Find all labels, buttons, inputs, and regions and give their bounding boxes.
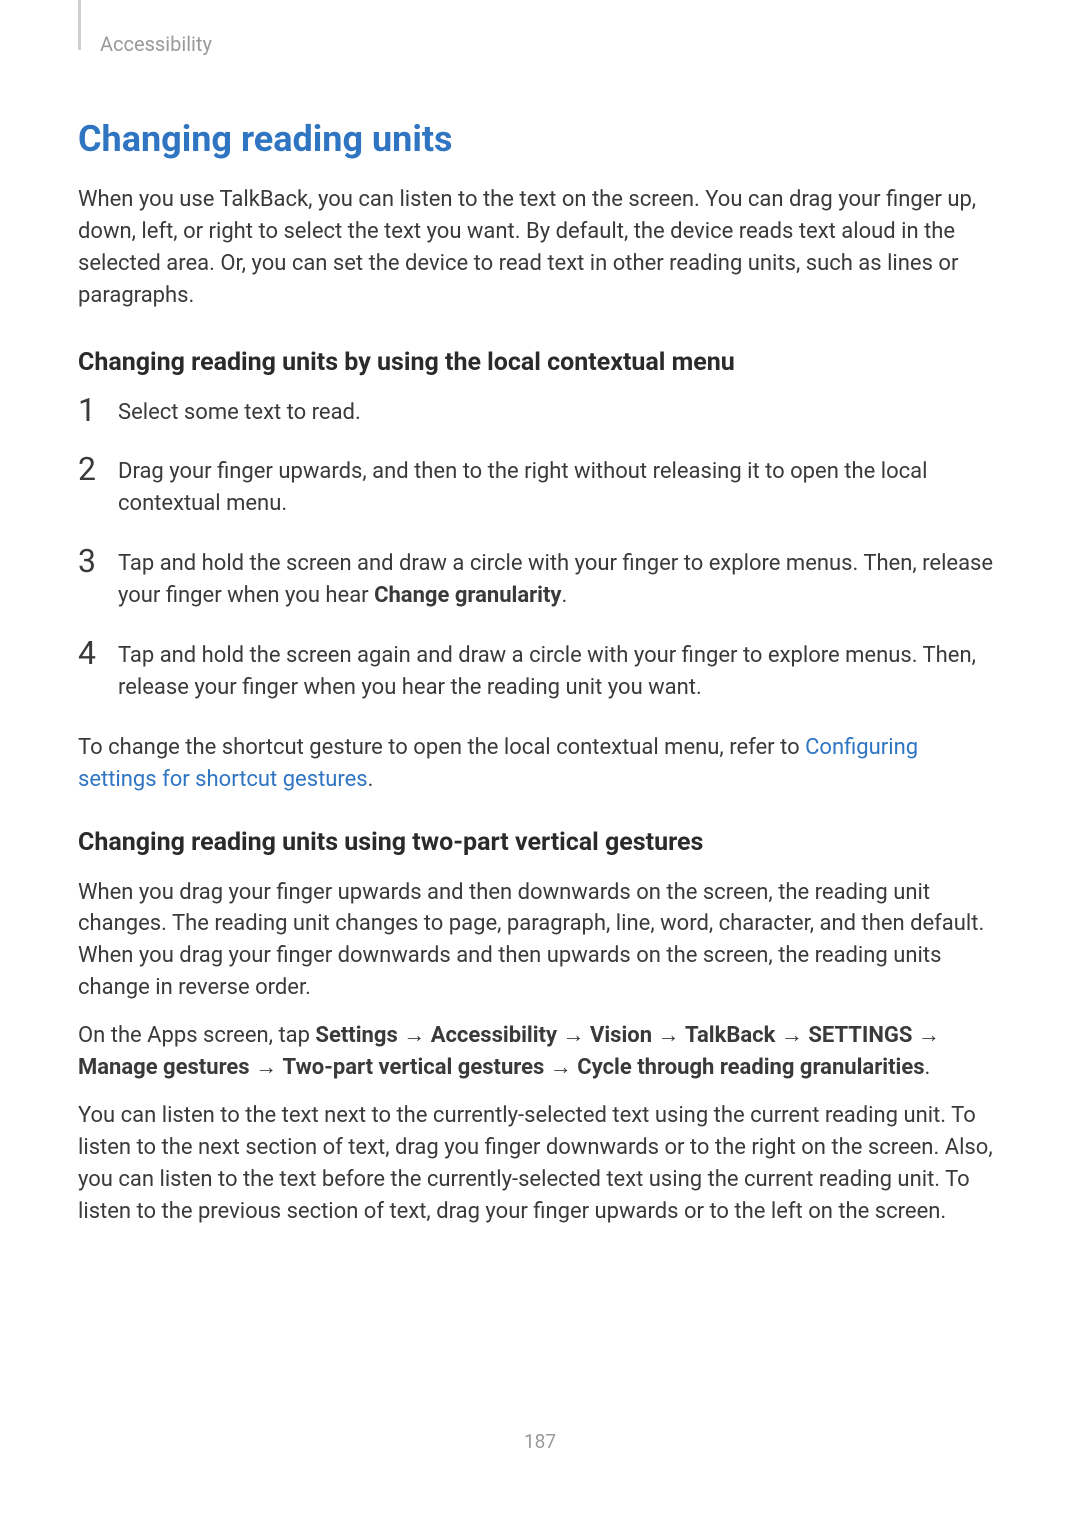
step-number: 2 xyxy=(78,453,118,485)
section2-navigation-path: On the Apps screen, tap Settings → Acces… xyxy=(78,1020,1002,1084)
page-title: Changing reading units xyxy=(78,118,1002,160)
section2-para1: When you drag your finger upwards and th… xyxy=(78,877,1002,1005)
page-margin-marker xyxy=(78,0,81,50)
section1-footer: To change the shortcut gesture to open t… xyxy=(78,732,1002,796)
step-number: 4 xyxy=(78,637,118,669)
page-content: Changing reading units When you use Talk… xyxy=(78,118,1002,1243)
section1-heading: Changing reading units by using the loca… xyxy=(78,348,1002,377)
step-item: 4 Tap and hold the screen again and draw… xyxy=(78,640,1002,704)
section2-para3: You can listen to the text next to the c… xyxy=(78,1100,1002,1228)
step-text: Select some text to read. xyxy=(118,397,1002,429)
page-number: 187 xyxy=(0,1430,1080,1453)
footer-text: . xyxy=(368,767,374,792)
step-item: 2 Drag your finger upwards, and then to … xyxy=(78,456,1002,520)
intro-paragraph: When you use TalkBack, you can listen to… xyxy=(78,184,1002,312)
step-item: 3 Tap and hold the screen and draw a cir… xyxy=(78,548,1002,612)
step-text: Tap and hold the screen again and draw a… xyxy=(118,640,1002,704)
step-number: 1 xyxy=(78,394,118,426)
step-text: Drag your finger upwards, and then to th… xyxy=(118,456,1002,520)
footer-text: To change the shortcut gesture to open t… xyxy=(78,735,805,760)
breadcrumb: Accessibility xyxy=(100,32,212,56)
section2-heading: Changing reading units using two-part ve… xyxy=(78,828,1002,857)
step-text: Tap and hold the screen and draw a circl… xyxy=(118,548,1002,612)
step-number: 3 xyxy=(78,545,118,577)
step-item: 1 Select some text to read. xyxy=(78,397,1002,429)
